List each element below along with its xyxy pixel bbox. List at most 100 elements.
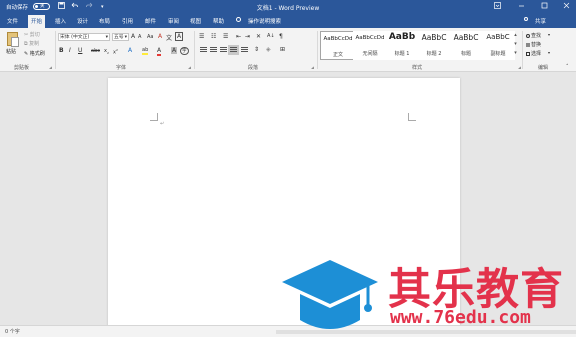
- replace-button[interactable]: 替换: [531, 41, 541, 48]
- font-name-value: 宋体 (中文正): [60, 35, 90, 40]
- tab-home[interactable]: 开始: [28, 15, 46, 28]
- show-marks-icon[interactable]: ¶: [279, 33, 283, 40]
- grow-font-icon[interactable]: A: [131, 33, 135, 40]
- style-name: 正文: [332, 52, 343, 58]
- minimize-icon[interactable]: [518, 2, 525, 11]
- style-name: 副标题: [490, 51, 506, 57]
- character-shading-icon[interactable]: A: [171, 47, 178, 54]
- group-label-styles: 样式: [412, 65, 423, 71]
- align-left-icon[interactable]: [200, 47, 207, 53]
- underline-button[interactable]: U: [78, 47, 82, 54]
- style-name: 标题 2: [426, 51, 442, 57]
- tab-layout[interactable]: 布局: [99, 17, 110, 25]
- style-no-spacing[interactable]: AaBbCcDd 无间隔: [353, 31, 387, 60]
- word-count[interactable]: 0 个字: [5, 328, 20, 335]
- group-divider: [55, 31, 56, 69]
- style-sample: AaBb: [388, 32, 416, 42]
- multilevel-list-icon[interactable]: ☰: [223, 33, 228, 40]
- paste-button[interactable]: 粘贴: [6, 48, 16, 55]
- numbering-icon[interactable]: ☷: [211, 33, 216, 40]
- clear-formatting-icon[interactable]: A: [158, 33, 162, 40]
- highlight-icon[interactable]: ab: [142, 47, 149, 55]
- ribbon-tabs: 文件 开始 插入 设计 布局 引用 邮件 审阅 视图 帮助 操作说明搜索 共享: [0, 14, 576, 28]
- group-divider: [522, 31, 523, 69]
- select-icon: [526, 52, 530, 56]
- text-effects-icon[interactable]: A: [128, 47, 132, 54]
- dialog-launcher-icon[interactable]: ⊿: [311, 65, 314, 70]
- phonetic-guide-icon[interactable]: 文: [166, 33, 172, 42]
- find-button[interactable]: 查找: [531, 32, 541, 39]
- style-title[interactable]: AaBbC 标题: [449, 31, 483, 60]
- chevron-down-icon[interactable]: ▾: [548, 50, 550, 55]
- cut-button[interactable]: ✂ 剪切: [24, 31, 40, 38]
- strikethrough-button[interactable]: abc: [91, 48, 100, 54]
- format-painter-button[interactable]: ✎ 格式刷: [24, 50, 45, 57]
- select-button[interactable]: 选择: [531, 50, 541, 57]
- borders-icon[interactable]: ⊞: [280, 46, 285, 53]
- tab-review[interactable]: 审阅: [168, 17, 179, 25]
- group-divider: [317, 31, 318, 69]
- shading-icon[interactable]: ◈: [266, 46, 271, 53]
- align-right-icon[interactable]: [220, 47, 227, 53]
- group-label-editing: 编辑: [538, 65, 549, 71]
- ribbon-display-icon[interactable]: [494, 2, 501, 11]
- document-title: 文档1 - Word Preview: [256, 5, 320, 12]
- maximize-icon[interactable]: [541, 2, 548, 11]
- dialog-launcher-icon[interactable]: ⊿: [188, 65, 191, 70]
- dialog-launcher-icon[interactable]: ⊿: [49, 65, 52, 70]
- superscript-button[interactable]: x2: [113, 48, 118, 56]
- chevron-down-icon[interactable]: ▾: [513, 40, 518, 49]
- italic-button[interactable]: I: [69, 47, 71, 54]
- style-heading-2[interactable]: AaBbC 标题 2: [417, 31, 451, 60]
- font-name-select[interactable]: 宋体 (中文正) ▾: [58, 33, 110, 41]
- tab-mailings[interactable]: 邮件: [145, 17, 156, 25]
- style-gallery-scroll[interactable]: ▴ ▾ ▾: [513, 31, 518, 60]
- shrink-font-icon[interactable]: A: [138, 34, 141, 40]
- font-size-value: 五号: [114, 35, 124, 40]
- distributed-icon[interactable]: [241, 47, 248, 53]
- chinese-layout-icon[interactable]: ✕: [256, 33, 261, 40]
- align-center-icon[interactable]: [210, 47, 217, 53]
- tab-view[interactable]: 视图: [190, 17, 201, 25]
- collapse-ribbon-icon[interactable]: ˄: [566, 64, 569, 70]
- enclose-characters-icon[interactable]: 字: [180, 47, 189, 55]
- lightbulb-icon[interactable]: [236, 17, 241, 22]
- style-sample: AaBbC: [421, 33, 447, 42]
- copy-button[interactable]: ⧉ 复制: [24, 40, 39, 47]
- share-icon[interactable]: [524, 17, 528, 21]
- paste-icon[interactable]: [7, 32, 19, 47]
- character-border-icon[interactable]: A: [175, 32, 184, 41]
- font-size-select[interactable]: 五号 ▾: [112, 33, 129, 41]
- share-button[interactable]: 共享: [535, 17, 546, 25]
- graduation-cap-logo: [282, 260, 378, 329]
- tell-me-search[interactable]: 操作说明搜索: [248, 17, 281, 25]
- tab-insert[interactable]: 插入: [55, 17, 66, 25]
- tab-references[interactable]: 引用: [122, 17, 133, 25]
- font-color-icon[interactable]: A: [157, 47, 162, 56]
- sort-icon[interactable]: A↓: [267, 33, 275, 39]
- tab-help[interactable]: 帮助: [213, 17, 224, 25]
- search-icon: [526, 34, 530, 38]
- subscript-button[interactable]: x2: [104, 48, 109, 55]
- tab-file[interactable]: 文件: [7, 17, 18, 25]
- more-icon[interactable]: ▾: [513, 49, 518, 58]
- increase-indent-icon[interactable]: ⇥: [245, 33, 250, 40]
- group-label-clipboard: 剪贴板: [14, 65, 30, 71]
- change-case-icon[interactable]: Aa: [147, 34, 153, 40]
- style-sample: AaBbCcDd: [355, 35, 385, 41]
- justify-icon: [230, 47, 237, 53]
- chevron-down-icon[interactable]: ▾: [548, 32, 550, 37]
- decrease-indent-icon[interactable]: ⇤: [236, 33, 241, 40]
- chevron-up-icon[interactable]: ▴: [513, 31, 518, 40]
- style-sample: AaBbCcDd: [323, 36, 353, 42]
- tab-design[interactable]: 设计: [77, 17, 88, 25]
- style-heading-1[interactable]: AaBb 标题 1: [385, 31, 419, 60]
- style-subtitle[interactable]: AaBbC 副标题: [481, 31, 515, 60]
- dialog-launcher-icon[interactable]: ⊿: [518, 65, 521, 70]
- justify-button[interactable]: [228, 45, 239, 55]
- bold-button[interactable]: B: [59, 47, 64, 54]
- bullets-icon[interactable]: ☰: [199, 33, 204, 40]
- close-icon[interactable]: [563, 2, 570, 11]
- line-spacing-icon[interactable]: ⇕: [254, 46, 259, 53]
- style-normal[interactable]: AaBbCcDd 正文: [320, 31, 354, 60]
